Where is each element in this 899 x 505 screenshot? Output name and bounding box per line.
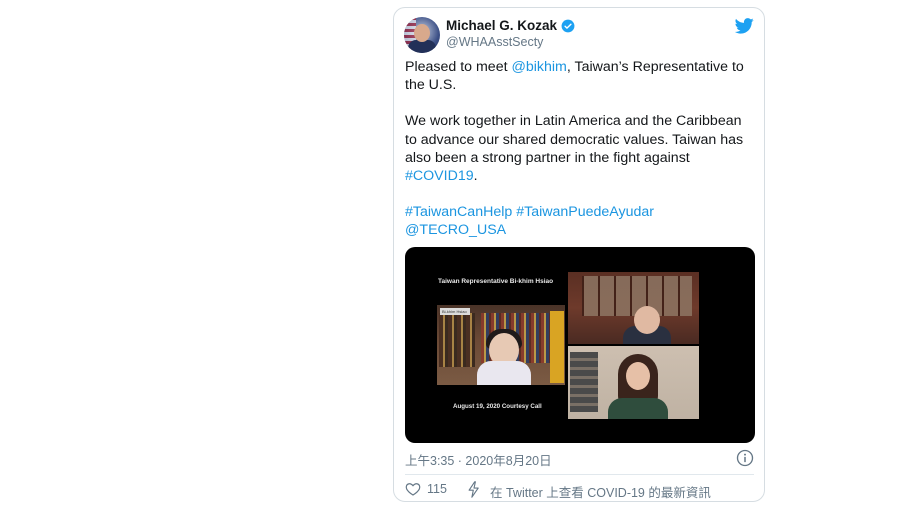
video-tile-representative: Bi-khim Hsiao	[437, 305, 565, 385]
like-count[interactable]: 115	[427, 482, 447, 496]
video-nametag: Bi-khim Hsiao	[440, 308, 470, 315]
tweet-paragraph-1: Pleased to meet @bikhim, Taiwan’s Repres…	[405, 58, 755, 94]
twitter-bird-icon[interactable]	[735, 18, 754, 34]
video-tile-woman	[568, 346, 699, 419]
flag	[550, 311, 564, 383]
info-icon[interactable]	[736, 449, 754, 467]
tweet-card[interactable]: Michael G. Kozak @WHAAsstSecty Pleased t…	[393, 7, 765, 502]
avatar-face	[414, 24, 430, 42]
person-shirt	[608, 398, 668, 419]
video-caption: August 19, 2020 Courtesy Call	[453, 403, 542, 410]
tweet-timestamp[interactable]: 上午3:35 · 2020年8月20日	[405, 454, 552, 468]
person-face	[626, 362, 650, 390]
hashtag-taiwancanhelp[interactable]: #TaiwanCanHelp	[405, 204, 512, 220]
person-body	[477, 361, 531, 385]
heart-icon[interactable]	[405, 481, 421, 497]
bookshelf-left	[439, 313, 475, 367]
author-handle[interactable]: @WHAAsstSecty	[446, 35, 543, 49]
author-name[interactable]: Michael G. Kozak	[446, 18, 557, 33]
tweet-actions: 115 在 Twitter 上查看 COVID-19 的最新資訊	[405, 481, 754, 501]
mention-bikhim[interactable]: @bikhim	[511, 59, 566, 75]
author-avatar[interactable]	[404, 17, 440, 53]
tweet-paragraph-2: We work together in Latin America and th…	[405, 112, 755, 185]
hashtag-taiwanpuedeayudar[interactable]: #TaiwanPuedeAyudar	[516, 204, 654, 220]
mention-tecro-usa[interactable]: @TECRO_USA	[405, 222, 506, 238]
text-segment: We work together in Latin America and th…	[405, 113, 744, 166]
tweet-text: Pleased to meet @bikhim, Taiwan’s Repres…	[405, 58, 755, 240]
text-segment: Pleased to meet	[405, 59, 512, 75]
covid-info-link[interactable]: 在 Twitter 上查看 COVID-19 的最新資訊	[490, 482, 711, 501]
divider	[405, 474, 754, 475]
tweet-paragraph-3: #TaiwanCanHelp #TaiwanPuedeAyudar @TECRO_…	[405, 203, 755, 239]
tweet-video[interactable]: Taiwan Representative Bi-khim Hsiao Bi-k…	[405, 247, 755, 443]
video-title: Taiwan Representative Bi-khim Hsiao	[438, 278, 554, 285]
person-face	[634, 306, 660, 334]
lightning-bolt-icon	[468, 481, 479, 498]
author-name-row[interactable]: Michael G. Kozak	[446, 18, 575, 33]
verified-badge-icon	[561, 19, 575, 32]
folding-screen	[570, 352, 598, 412]
hashtag-covid19[interactable]: #COVID19	[405, 168, 474, 184]
tweet-meta: 上午3:35 · 2020年8月20日	[405, 449, 754, 468]
video-tile-man	[568, 272, 699, 344]
text-segment: .	[473, 168, 478, 185]
tweet-header: Michael G. Kozak @WHAAsstSecty	[404, 16, 754, 56]
